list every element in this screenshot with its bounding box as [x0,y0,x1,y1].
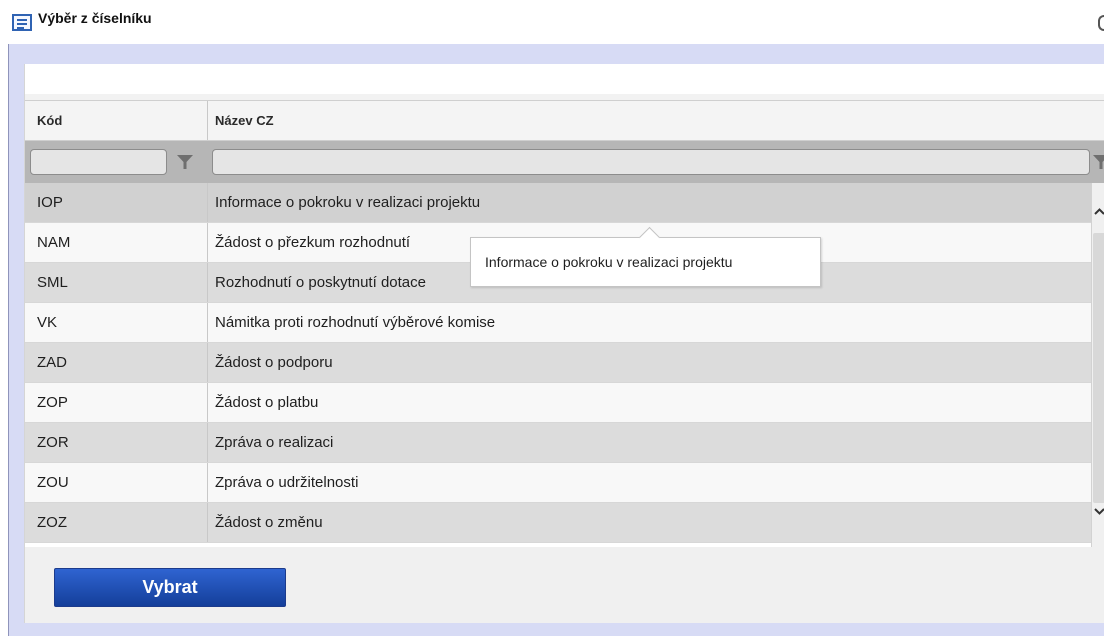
filter-icon[interactable] [1092,153,1104,171]
table-row[interactable]: ZOZ Žádost o změnu [25,503,1091,543]
code-filter-input[interactable] [30,149,167,175]
code-cell: ZAD [37,354,67,371]
filter-icon[interactable] [176,153,194,171]
table-row[interactable]: ZOP Žádost o platbu [25,383,1091,423]
column-divider [207,383,208,422]
name-cell: Informace o pokroku v realizaci projektu [215,194,481,211]
column-divider [207,101,208,140]
column-divider [207,463,208,502]
name-cell: Zpráva o udržitelnosti [215,474,359,491]
code-cell: ZOU [37,474,69,491]
chevron-down-icon[interactable] [1093,504,1104,518]
name-cell: Žádost o přezkum rozhodnutí [215,234,411,251]
code-cell: NAM [37,234,71,251]
name-cell: Rozhodnutí o poskytnutí dotace [215,274,426,291]
dialog-title: Výběr z číselníku [38,10,152,26]
scrollbar-thumb[interactable] [1093,233,1104,503]
table-row[interactable]: ZOR Zpráva o realizaci [25,423,1091,463]
toolbar-strip [25,64,1104,94]
name-cell: Žádost o platbu [215,394,319,411]
column-divider [207,503,208,542]
dialog-content: Kód Název CZ IOP Informace o pokroku v r… [24,64,1104,623]
select-button[interactable]: Vybrat [54,568,286,607]
name-cell: Žádost o podporu [215,354,333,371]
dialog-actions: Vybrat [25,547,1104,623]
code-cell: SML [37,274,68,291]
code-cell: ZOR [37,434,69,451]
column-header-name[interactable]: Název CZ [215,101,274,140]
column-divider [207,183,208,222]
column-divider [207,303,208,342]
column-divider [207,423,208,462]
table-row[interactable]: ZOU Zpráva o udržitelnosti [25,463,1091,503]
column-divider [207,263,208,302]
filter-row [25,141,1104,183]
column-divider [207,343,208,382]
table-row[interactable]: IOP Informace o pokroku v realizaci proj… [25,183,1091,223]
column-divider [207,223,208,262]
vertical-scrollbar[interactable] [1091,183,1104,547]
list-window-icon [12,14,32,31]
row-tooltip: Informace o pokroku v realizaci projektu [470,237,821,287]
code-cell: IOP [37,194,63,211]
name-cell: Námitka proti rozhodnutí výběrové komise [215,314,496,331]
name-cell: Žádost o změnu [215,514,323,531]
table-header: Kód Název CZ [25,100,1104,141]
column-header-code[interactable]: Kód [37,101,62,140]
code-cell: ZOZ [37,514,67,531]
code-cell: VK [37,314,58,331]
dialog-titlebar: Výběr z číselníku [0,0,1104,44]
name-filter-input[interactable] [212,149,1090,175]
chevron-up-icon[interactable] [1093,205,1104,219]
table-row[interactable]: VK Námitka proti rozhodnutí výběrové kom… [25,303,1091,343]
code-cell: ZOP [37,394,68,411]
window-control-icon[interactable] [1098,15,1104,31]
selection-dialog: Kód Název CZ IOP Informace o pokroku v r… [8,44,1104,636]
name-cell: Zpráva o realizaci [215,434,334,451]
table-row[interactable]: ZAD Žádost o podporu [25,343,1091,383]
